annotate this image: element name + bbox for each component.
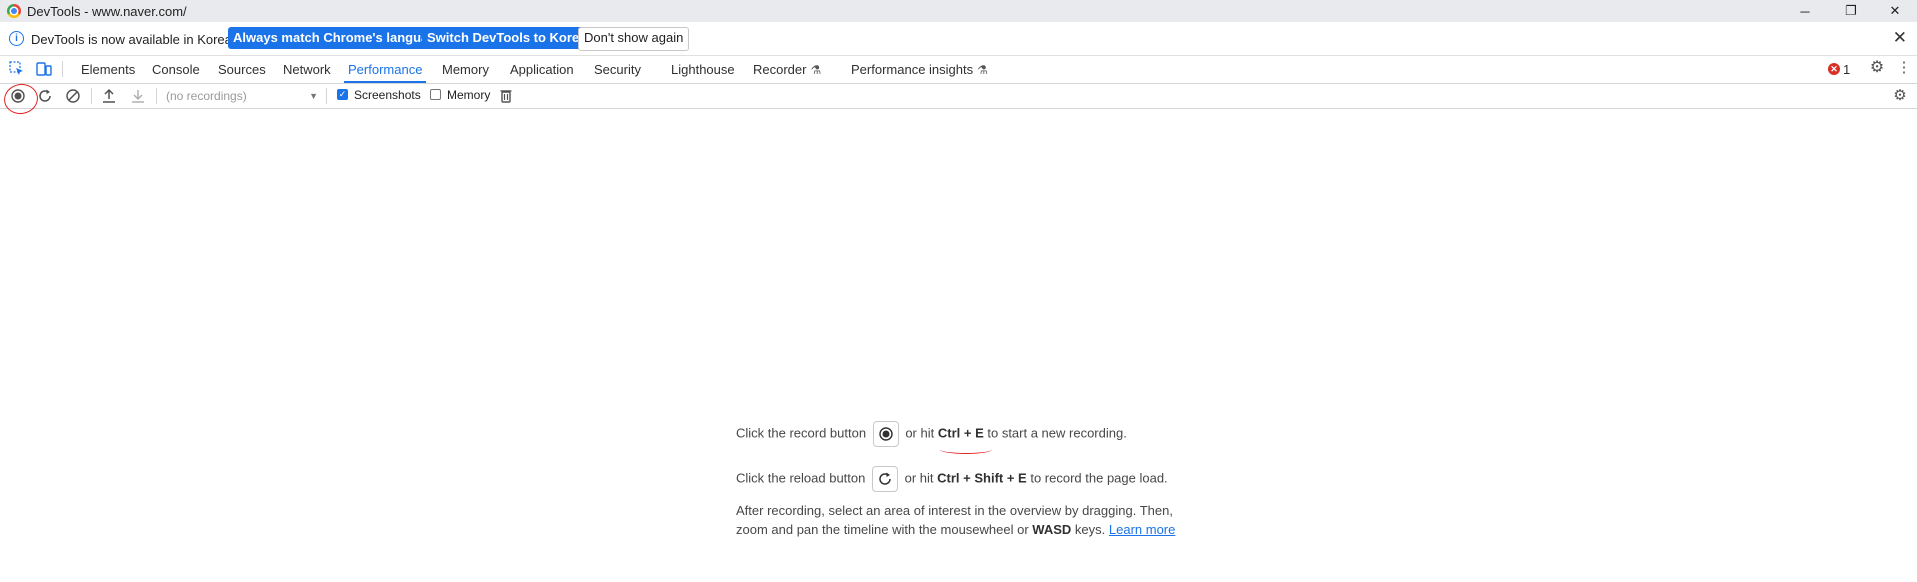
trash-icon[interactable] [498, 88, 514, 104]
error-count[interactable]: 1 [1843, 62, 1850, 77]
chrome-logo-icon [7, 4, 21, 18]
toolbar-divider [62, 61, 63, 77]
toolbar-divider [91, 88, 92, 104]
reload-instruction-end: to record the page load. [1030, 470, 1168, 486]
tab-elements[interactable]: Elements [81, 56, 135, 83]
record-icon [879, 427, 893, 441]
settings-gear-icon[interactable]: ⚙ [1869, 60, 1885, 76]
reload-icon [879, 472, 891, 485]
toolbar-divider [156, 88, 157, 104]
infobar-close-icon[interactable]: ✕ [1893, 28, 1907, 48]
tab-performance-insights[interactable]: Performance insights ⚗ [851, 56, 988, 83]
tab-recorder-label: Recorder [753, 62, 807, 77]
record-instruction-end: to start a new recording. [987, 425, 1127, 441]
dont-show-again-button[interactable]: Don't show again [578, 27, 690, 51]
after-recording-text: zoom and pan the timeline with the mouse… [736, 522, 1029, 537]
record-instruction-mid: or hit [905, 425, 935, 441]
recordings-select[interactable]: (no recordings) ▼ [166, 88, 318, 104]
tab-security[interactable]: Security [594, 56, 641, 83]
learn-more-link[interactable]: Learn more [1109, 522, 1175, 537]
language-infobar: i DevTools is now available in Korean! A… [0, 22, 1917, 56]
error-icon[interactable]: ✕ [1828, 63, 1840, 75]
more-options-icon[interactable]: ⋮ [1896, 60, 1912, 76]
window-titlebar: DevTools - www.naver.com/ ─ ❐ ✕ [0, 0, 1917, 22]
record-instruction-text: Click the record button [736, 425, 867, 441]
match-chrome-language-button[interactable]: Always match Chrome's language [228, 27, 449, 49]
minimize-button[interactable]: ─ [1782, 0, 1828, 22]
after-recording-keys-text: keys. [1074, 522, 1106, 537]
panel-tabbar: Elements Console Sources Network Perform… [0, 56, 1917, 84]
window-title: DevTools - www.naver.com/ [27, 4, 187, 19]
reload-inline-button[interactable] [871, 466, 898, 492]
window-close-button[interactable]: ✕ [1872, 0, 1917, 22]
tab-application[interactable]: Application [510, 56, 574, 83]
record-instruction: Click the record button or hit Ctrl + E … [736, 421, 1127, 447]
upload-profile-icon[interactable] [101, 88, 117, 104]
tab-console[interactable]: Console [152, 56, 200, 83]
capture-settings-gear-icon[interactable]: ⚙ [1892, 88, 1908, 104]
record-inline-button[interactable] [872, 421, 899, 447]
download-profile-icon[interactable] [130, 88, 146, 104]
tab-performance-insights-label: Performance insights [851, 62, 974, 77]
tab-network[interactable]: Network [283, 56, 331, 83]
switch-to-korean-button[interactable]: Switch DevTools to Korean [422, 27, 600, 49]
reload-instruction-text: Click the reload button [736, 470, 866, 486]
after-recording-line-2: zoom and pan the timeline with the mouse… [736, 522, 1175, 537]
infobar-message: DevTools is now available in Korean! [31, 32, 243, 47]
tab-memory[interactable]: Memory [442, 56, 489, 83]
device-toolbar-icon[interactable] [36, 61, 52, 77]
memory-checkbox[interactable] [430, 89, 441, 100]
reload-instruction-mid: or hit [904, 470, 934, 486]
reload-record-icon[interactable] [37, 88, 53, 104]
screenshots-checkbox[interactable]: ✓ [337, 89, 348, 100]
chevron-down-icon: ▼ [309, 91, 318, 101]
tab-lighthouse[interactable]: Lighthouse [671, 56, 735, 83]
toolbar-divider [326, 88, 327, 104]
clear-icon[interactable] [65, 88, 81, 104]
record-shortcut: Ctrl + E [937, 425, 984, 441]
memory-label[interactable]: Memory [447, 88, 490, 102]
tab-performance[interactable]: Performance [344, 56, 427, 83]
annotation-underline [940, 445, 992, 454]
after-recording-line-1: After recording, select an area of inter… [736, 503, 1173, 518]
tab-sources[interactable]: Sources [218, 56, 266, 83]
restore-button[interactable]: ❐ [1828, 0, 1874, 22]
experiment-beaker-icon: ⚗ [810, 63, 822, 77]
screenshots-label[interactable]: Screenshots [354, 88, 421, 102]
info-icon: i [9, 31, 24, 46]
performance-toolbar: (no recordings) ▼ ✓ Screenshots Memory ⚙ [0, 84, 1917, 109]
reload-shortcut: Ctrl + Shift + E [937, 470, 1027, 486]
wasd-keys: WASD [1032, 522, 1072, 537]
experiment-beaker-icon: ⚗ [977, 63, 988, 77]
inspect-element-icon[interactable] [9, 61, 25, 77]
recordings-select-value: (no recordings) [166, 89, 247, 103]
reload-instruction: Click the reload button or hit Ctrl + Sh… [736, 466, 1168, 492]
tab-recorder[interactable]: Recorder ⚗ [753, 56, 821, 83]
